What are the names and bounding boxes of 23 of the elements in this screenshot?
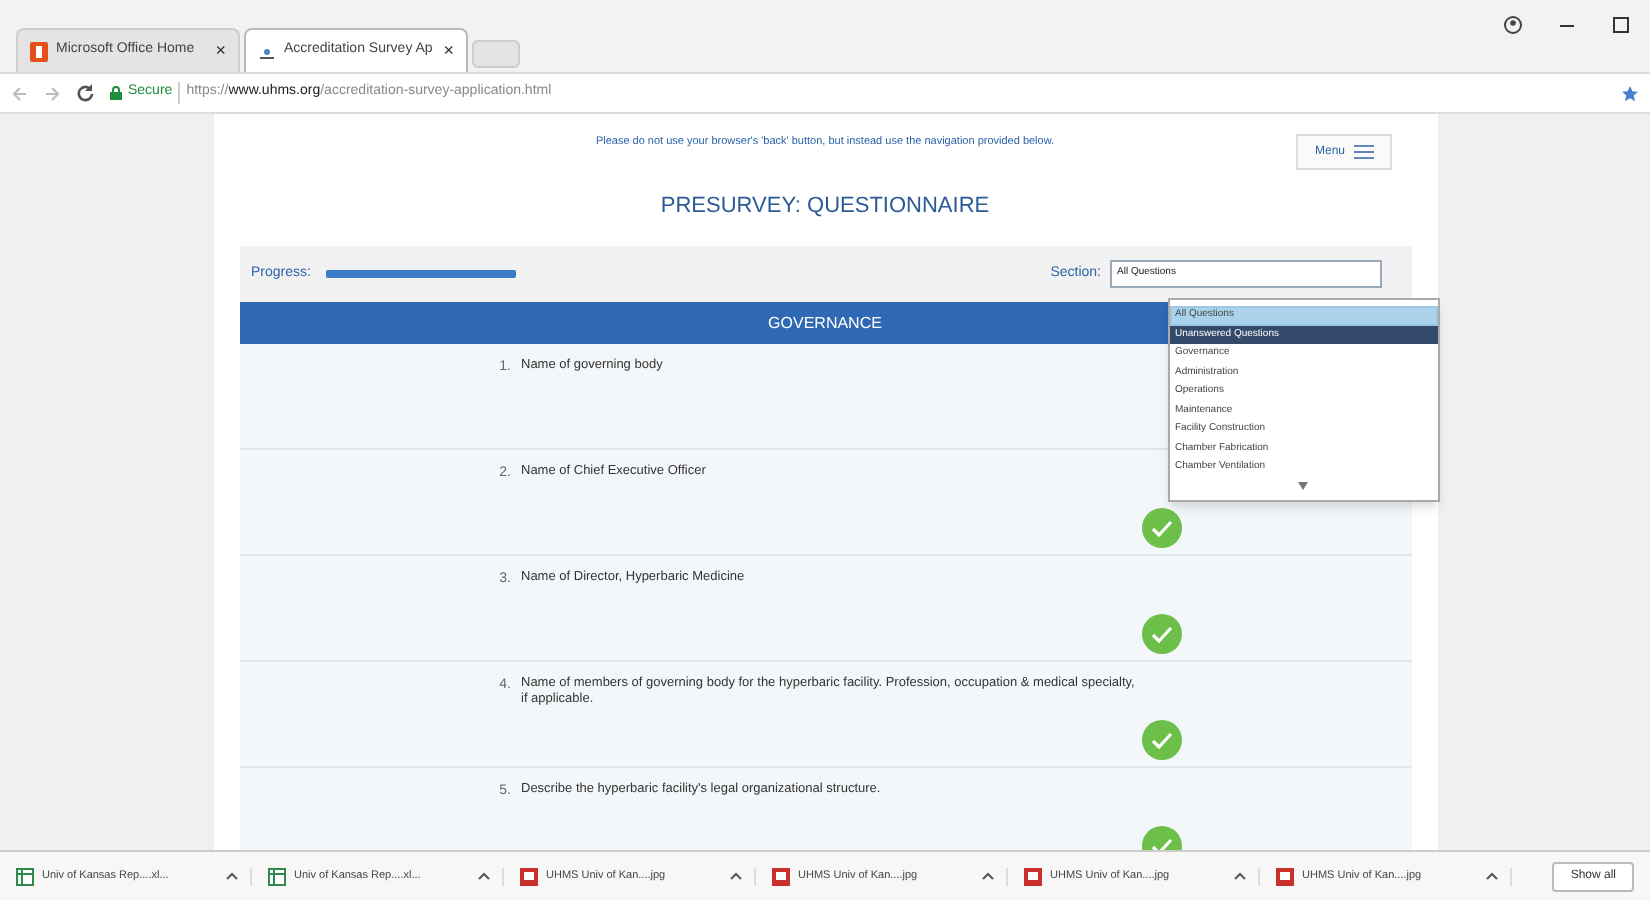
chevron-up-icon[interactable] bbox=[478, 872, 490, 880]
image-file-icon bbox=[1024, 867, 1042, 885]
chevron-up-icon[interactable] bbox=[982, 872, 994, 880]
office-icon bbox=[30, 41, 48, 61]
maximize-icon[interactable] bbox=[1612, 16, 1630, 34]
image-file-icon bbox=[772, 867, 790, 885]
chevron-up-icon[interactable] bbox=[1486, 872, 1498, 880]
user-icon[interactable] bbox=[1504, 16, 1522, 34]
chevron-up-icon[interactable] bbox=[226, 872, 238, 880]
chevron-up-icon[interactable] bbox=[1234, 872, 1246, 880]
star-icon[interactable] bbox=[1622, 85, 1638, 101]
spreadsheet-icon bbox=[16, 867, 34, 885]
menu-icon bbox=[1353, 144, 1373, 160]
tab-close-icon[interactable]: × bbox=[443, 42, 454, 60]
page-title: PRESURVEY: QUESTIONNAIRE bbox=[660, 191, 990, 222]
scroll-down-icon[interactable] bbox=[1298, 481, 1308, 489]
lock-icon bbox=[110, 86, 122, 100]
chevron-up-icon[interactable] bbox=[730, 872, 742, 880]
image-file-icon bbox=[1276, 867, 1294, 885]
reload-icon[interactable] bbox=[76, 84, 94, 102]
tab-close-icon[interactable]: × bbox=[215, 42, 226, 60]
image-file-icon bbox=[520, 867, 538, 885]
spreadsheet-icon bbox=[268, 867, 286, 885]
